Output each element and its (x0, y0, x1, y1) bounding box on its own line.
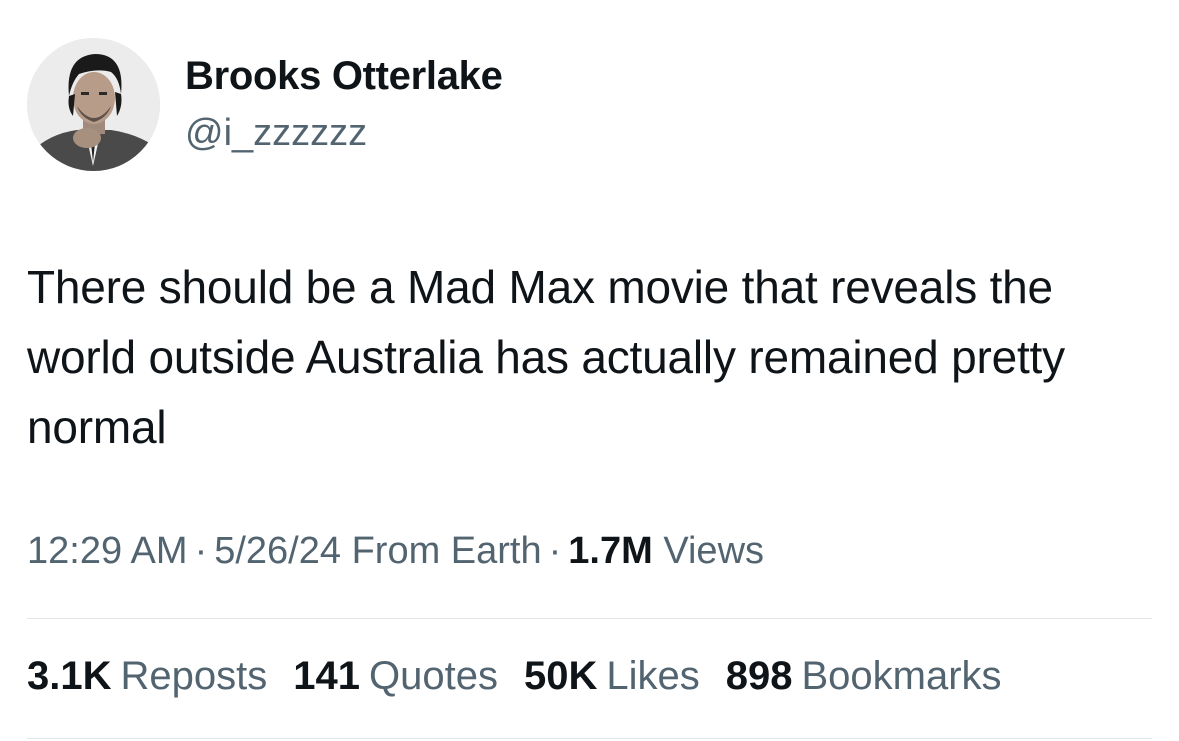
author-display-name[interactable]: Brooks Otterlake (185, 54, 503, 99)
likes-stat[interactable]: 50K Likes (524, 654, 700, 699)
meta-separator: · (194, 530, 208, 572)
divider (27, 738, 1152, 739)
tweet-location: From Earth (351, 530, 542, 572)
quotes-stat[interactable]: 141 Quotes (293, 654, 498, 699)
likes-count: 50K (523, 654, 598, 698)
tweet-date[interactable]: 5/26/24 (214, 530, 341, 572)
engagement-stats: 3.1K Reposts 141 Quotes 50K Likes 898 Bookma… (27, 654, 1028, 699)
reposts-label: Reposts (120, 654, 268, 698)
quotes-label: Quotes (369, 654, 498, 698)
reposts-count: 3.1K (27, 654, 112, 698)
avatar-photo-icon (27, 38, 160, 171)
tweet-time[interactable]: 12:29 AM (27, 530, 188, 572)
tweet-card: Brooks Otterlake @i_zzzzzz There should … (0, 0, 1179, 741)
bookmarks-stat[interactable]: 898 Bookmarks (726, 654, 1002, 699)
divider (27, 618, 1152, 619)
views-label: Views (663, 530, 765, 572)
tweet-meta: 12:29 AM · 5/26/24 From Earth · 1.7M Views (27, 530, 764, 573)
avatar[interactable] (27, 38, 160, 171)
likes-label: Likes (606, 654, 700, 698)
bookmarks-count: 898 (725, 654, 793, 698)
views-count: 1.7M (568, 530, 653, 572)
meta-separator: · (548, 530, 562, 572)
author-handle[interactable]: @i_zzzzzz (185, 112, 367, 155)
tweet-text: There should be a Mad Max movie that rev… (27, 261, 1065, 453)
reposts-stat[interactable]: 3.1K Reposts (27, 654, 267, 699)
quotes-count: 141 (293, 654, 360, 698)
bookmarks-label: Bookmarks (801, 654, 1002, 698)
